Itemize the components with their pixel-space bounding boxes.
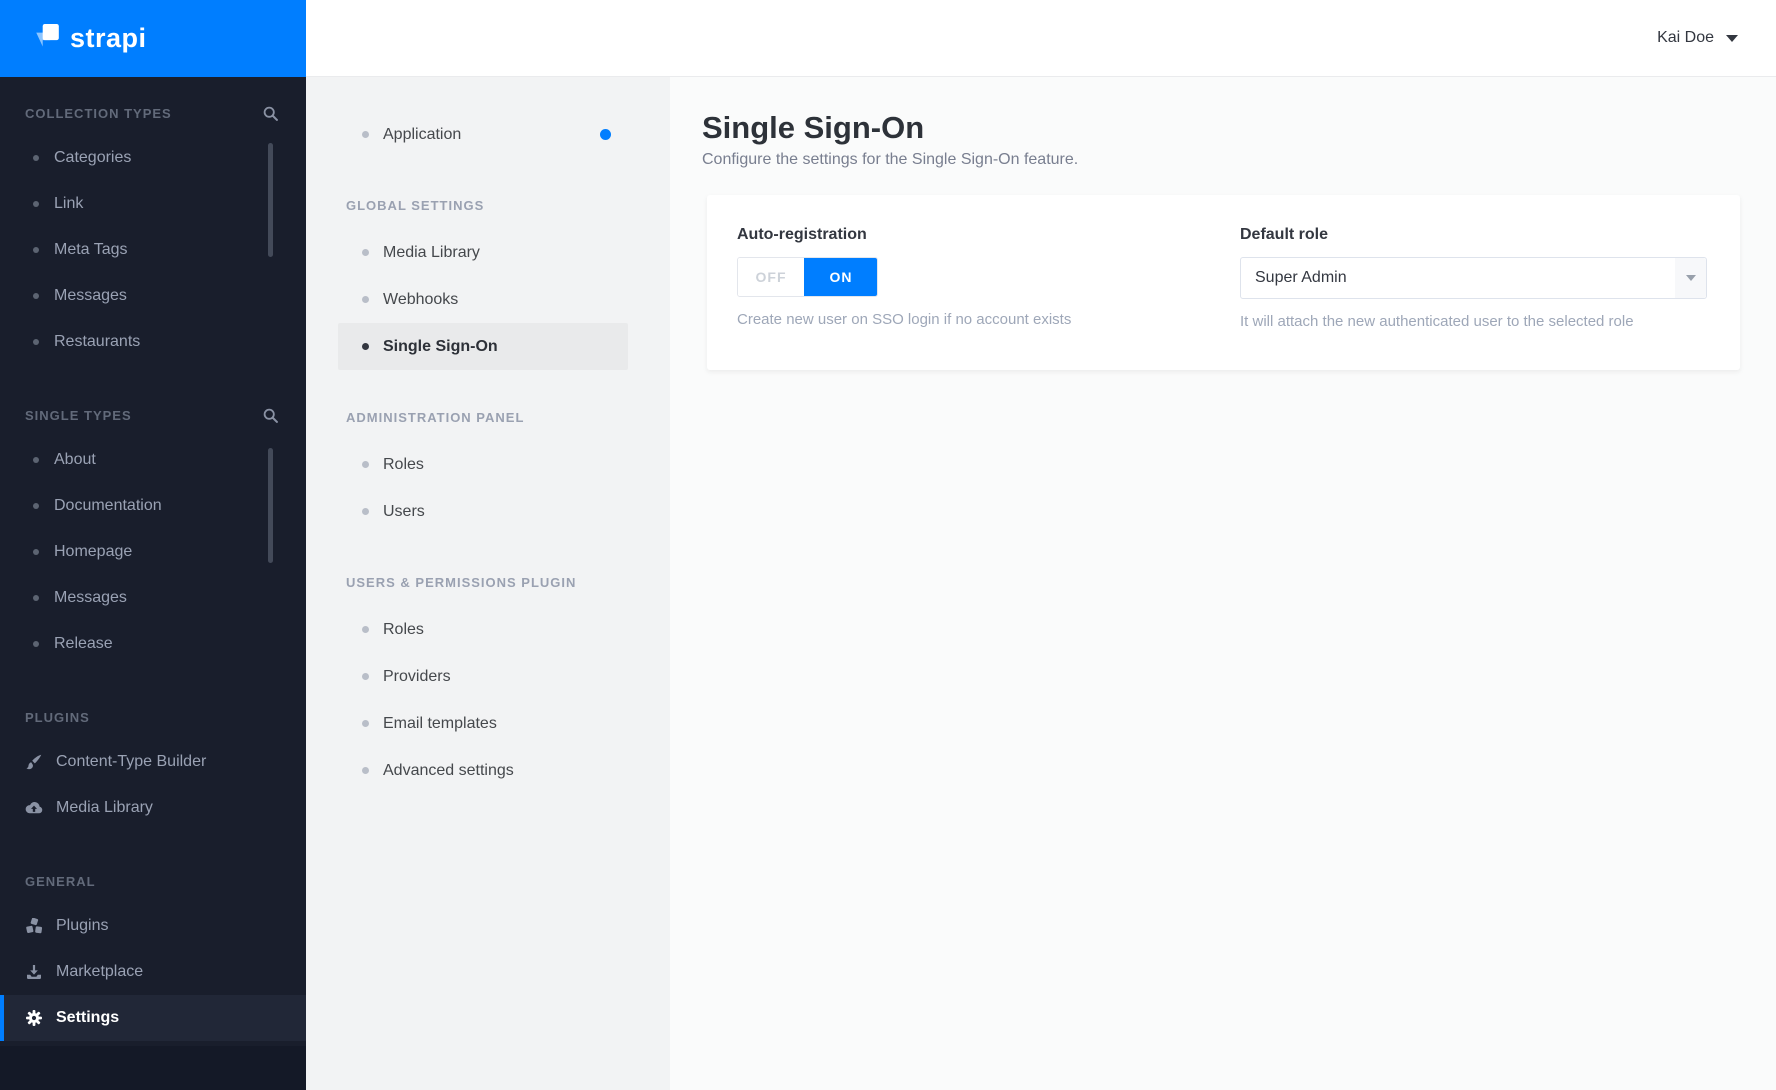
- default-role-field: Default role Super Admin It will attach …: [1240, 226, 1707, 330]
- settings-sidebar: Application GLOBAL SETTINGS Media Librar…: [306, 77, 670, 1090]
- bullet-icon: [362, 461, 369, 468]
- sidebar-item-messages[interactable]: Messages: [0, 273, 306, 319]
- sidebar-item-homepage[interactable]: Homepage: [0, 529, 306, 575]
- toggle-off-button[interactable]: OFF: [738, 258, 804, 297]
- bullet-icon: [33, 247, 39, 253]
- top-header: Kai Doe: [306, 0, 1776, 77]
- page-subtitle: Configure the settings for the Single Si…: [702, 151, 1079, 169]
- paintbrush-icon: [25, 754, 43, 770]
- bullet-icon: [33, 293, 39, 299]
- bullet-icon: [362, 626, 369, 633]
- section-users-permissions: USERS & PERMISSIONS PLUGIN Roles Provide…: [306, 572, 670, 794]
- sidebar-scrollbar[interactable]: [268, 448, 273, 563]
- sidebar-item-messages-single[interactable]: Messages: [0, 575, 306, 621]
- sidebar-item-link[interactable]: Link: [0, 181, 306, 227]
- settings-item-admin-roles[interactable]: Roles: [338, 441, 628, 488]
- page-title: Single Sign-On: [702, 110, 925, 145]
- default-role-select[interactable]: Super Admin: [1240, 257, 1707, 300]
- default-role-helper: It will attach the new authenticated use…: [1240, 313, 1634, 331]
- bullet-icon: [33, 201, 39, 207]
- settings-item-advanced-settings[interactable]: Advanced settings: [338, 747, 628, 794]
- bullet-icon: [33, 339, 39, 345]
- settings-item-admin-users[interactable]: Users: [338, 488, 628, 535]
- sidebar-scrollbar[interactable]: [268, 143, 273, 257]
- section-collection-types: COLLECTION TYPES Categories Link Meta Ta…: [0, 103, 306, 365]
- default-role-label: Default role: [1240, 226, 1329, 244]
- single-types-title: SINGLE TYPES: [25, 407, 132, 423]
- global-settings-title: GLOBAL SETTINGS: [346, 197, 485, 213]
- sidebar-item-meta-tags[interactable]: Meta Tags: [0, 227, 306, 273]
- settings-item-media-library[interactable]: Media Library: [338, 229, 628, 276]
- bullet-icon: [362, 673, 369, 680]
- bullet-icon: [362, 767, 369, 774]
- general-title: GENERAL: [25, 873, 96, 889]
- settings-item-email-templates[interactable]: Email templates: [338, 700, 628, 747]
- bullet-icon: [33, 641, 39, 647]
- settings-item-webhooks[interactable]: Webhooks: [338, 276, 628, 323]
- section-general: GENERAL Plugins Marketplace Settings: [0, 871, 306, 1041]
- user-menu[interactable]: Kai Doe: [1657, 29, 1738, 47]
- auto-registration-helper: Create new user on SSO login if no accou…: [737, 311, 1072, 329]
- main-sidebar: strapi COLLECTION TYPES Categories Link …: [0, 0, 306, 1090]
- collection-types-title: COLLECTION TYPES: [25, 105, 172, 121]
- bullet-icon: [362, 720, 369, 727]
- auto-registration-toggle[interactable]: OFF ON: [737, 257, 878, 298]
- bullet-icon: [33, 549, 39, 555]
- sidebar-item-release[interactable]: Release: [0, 621, 306, 667]
- settings-item-up-roles[interactable]: Roles: [338, 606, 628, 653]
- search-icon[interactable]: [263, 106, 278, 124]
- default-role-value: Super Admin: [1255, 269, 1347, 287]
- settings-item-single-sign-on[interactable]: Single Sign-On: [338, 323, 628, 370]
- bullet-icon: [362, 343, 369, 350]
- bullet-icon: [33, 155, 39, 161]
- auto-registration-label: Auto-registration: [737, 226, 867, 244]
- gear-icon: [25, 1010, 43, 1026]
- bullet-icon: [362, 131, 369, 138]
- section-single-types: SINGLE TYPES About Documentation Homepag…: [0, 405, 306, 667]
- toggle-on-button[interactable]: ON: [804, 258, 877, 297]
- bullet-icon: [362, 508, 369, 515]
- plugins-title: PLUGINS: [25, 709, 90, 725]
- section-plugins: PLUGINS Content-Type Builder Media Libra…: [0, 707, 306, 831]
- notification-dot: [600, 129, 611, 140]
- sidebar-footer: [0, 1046, 306, 1090]
- sidebar-item-documentation[interactable]: Documentation: [0, 483, 306, 529]
- bullet-icon: [33, 595, 39, 601]
- cloud-upload-icon: [25, 801, 43, 815]
- main-content: Single Sign-On Configure the settings fo…: [670, 77, 1776, 1090]
- sidebar-item-about[interactable]: About: [0, 437, 306, 483]
- search-icon[interactable]: [263, 408, 278, 426]
- sidebar-item-content-type-builder[interactable]: Content-Type Builder: [0, 739, 306, 785]
- sso-settings-card: Auto-registration OFF ON Create new user…: [707, 195, 1740, 371]
- section-global-settings: GLOBAL SETTINGS Media Library Webhooks S…: [306, 195, 670, 370]
- chevron-down-icon: [1685, 275, 1696, 282]
- settings-item-application[interactable]: Application: [338, 111, 628, 158]
- chevron-down-icon: [1726, 34, 1738, 42]
- bullet-icon: [362, 296, 369, 303]
- bullet-icon: [33, 503, 39, 509]
- sidebar-item-categories[interactable]: Categories: [0, 135, 306, 181]
- administration-panel-title: ADMINISTRATION PANEL: [346, 409, 525, 425]
- user-name: Kai Doe: [1657, 29, 1714, 46]
- cubes-icon: [25, 918, 43, 934]
- users-permissions-title: USERS & PERMISSIONS PLUGIN: [346, 574, 577, 590]
- download-icon: [25, 964, 43, 980]
- select-arrow-zone[interactable]: [1675, 258, 1706, 299]
- brand-name: strapi: [70, 23, 147, 53]
- sidebar-item-marketplace[interactable]: Marketplace: [0, 949, 306, 995]
- bullet-icon: [362, 249, 369, 256]
- sidebar-item-media-library[interactable]: Media Library: [0, 785, 306, 831]
- strapi-logo[interactable]: strapi: [0, 0, 306, 77]
- strapi-logo-icon: [36, 24, 59, 47]
- bullet-icon: [33, 457, 39, 463]
- sidebar-item-settings[interactable]: Settings: [0, 995, 306, 1041]
- settings-item-providers[interactable]: Providers: [338, 653, 628, 700]
- auto-registration-field: Auto-registration OFF ON Create new user…: [737, 226, 1204, 330]
- sidebar-item-restaurants[interactable]: Restaurants: [0, 319, 306, 365]
- sidebar-item-plugins[interactable]: Plugins: [0, 903, 306, 949]
- section-administration-panel: ADMINISTRATION PANEL Roles Users: [306, 407, 670, 535]
